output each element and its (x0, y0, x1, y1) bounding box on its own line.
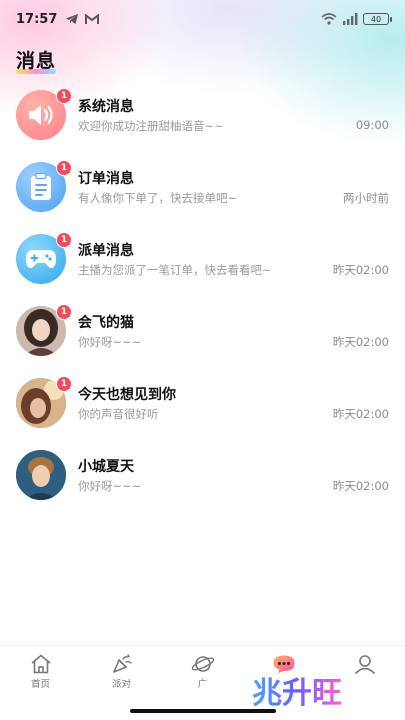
message-name: 会飞的猫 (78, 315, 134, 331)
telegram-icon (66, 14, 79, 24)
message-item-user[interactable]: 1 会飞的猫 你好呀~~~ 昨天02:00 (0, 302, 405, 374)
tab-square[interactable]: 广 (162, 646, 243, 697)
message-preview: 你好呀~~~ (78, 479, 142, 493)
message-preview: 主播为您派了一笔订单，快去看看吧~ (78, 263, 272, 277)
message-preview: 有人像你下单了，快去接单吧~ (78, 191, 238, 205)
tab-home[interactable]: 首页 (0, 646, 81, 697)
message-time: 09:00 (355, 118, 389, 132)
message-preview: 你的声音很好听 (78, 407, 159, 421)
signal-icon (343, 13, 358, 25)
message-time: 两小时前 (343, 191, 389, 205)
message-item-dispatch[interactable]: 1 派单消息 主播为您派了一笔订单，快去看看吧~ 昨天02:00 (0, 230, 405, 302)
bottom-tab-bar: 首页 派对 广 (0, 645, 405, 697)
message-name: 派单消息 (78, 243, 134, 259)
message-time: 昨天02:00 (332, 407, 389, 421)
tab-label: 派对 (111, 679, 131, 690)
home-icon (30, 654, 51, 674)
planet-icon (191, 656, 214, 672)
message-time: 昨天02:00 (332, 479, 389, 493)
status-time: 17:57 (16, 11, 58, 27)
profile-icon (354, 655, 375, 674)
battery-icon: 40 (363, 13, 392, 25)
message-item-user[interactable]: 1 今天也想见到你 你的声音很好听 昨天02:00 (0, 374, 405, 446)
wifi-icon (321, 13, 337, 25)
message-item-system[interactable]: 1 系统消息 欢迎你成功注册甜柚语音~~ 09:00 (0, 86, 405, 158)
message-name: 今天也想见到你 (78, 387, 176, 403)
message-list: 1 系统消息 欢迎你成功注册甜柚语音~~ 09:00 1 订单消息 有人像你下单… (0, 86, 405, 518)
message-name: 订单消息 (78, 171, 134, 187)
message-name: 系统消息 (78, 99, 134, 115)
unread-badge: 1 (56, 304, 72, 320)
tab-party[interactable]: 派对 (81, 646, 162, 697)
gmail-icon (85, 13, 100, 24)
message-time: 昨天02:00 (332, 335, 389, 349)
message-preview: 你好呀~~~ (78, 335, 142, 349)
status-bar: 17:57 40 (0, 0, 405, 38)
message-time: 昨天02:00 (332, 263, 389, 277)
user-photo-avatar (16, 450, 66, 500)
page-title: 消息 (16, 50, 57, 72)
message-name: 小城夏天 (78, 459, 134, 475)
tab-label: 广 (197, 679, 208, 690)
unread-badge: 1 (56, 376, 72, 392)
unread-badge: 1 (56, 160, 72, 176)
unread-badge: 1 (56, 232, 72, 248)
message-item-order[interactable]: 1 订单消息 有人像你下单了，快去接单吧~ 两小时前 (0, 158, 405, 230)
watermark-logo: 兆升旺 (252, 668, 342, 712)
message-item-user[interactable]: 小城夏天 你好呀~~~ 昨天02:00 (0, 446, 405, 518)
unread-badge: 1 (56, 88, 72, 104)
tab-label: 首页 (30, 679, 50, 690)
party-icon (112, 654, 132, 673)
message-preview: 欢迎你成功注册甜柚语音~~ (78, 119, 224, 133)
